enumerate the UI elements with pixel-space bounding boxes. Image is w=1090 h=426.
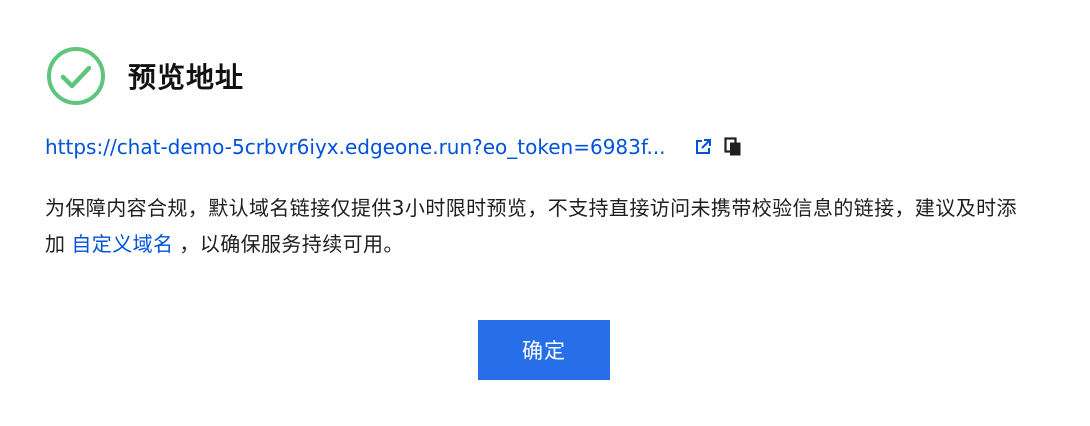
confirm-button[interactable]: 确定 (478, 320, 610, 380)
external-link-icon[interactable] (692, 136, 714, 158)
dialog-title: 预览地址 (128, 61, 245, 94)
preview-url-dialog: 预览地址 https://chat-demo-5crbvr6iyx.edgeon… (0, 0, 1090, 426)
copy-icon[interactable] (722, 136, 744, 158)
notice-text-end: ，以确保服务持续可用。 (179, 232, 404, 256)
custom-domain-link[interactable]: 自定义域名 (65, 232, 179, 256)
dialog-header: 预览地址 (46, 46, 244, 106)
preview-url-link[interactable]: https://chat-demo-5crbvr6iyx.edgeone.run… (45, 135, 666, 159)
compliance-notice: 为保障内容合规，默认域名链接仅提供3小时限时预览，不支持直接访问未携带校验信息的… (45, 190, 1035, 262)
check-circle-icon (47, 47, 105, 105)
preview-link-row: https://chat-demo-5crbvr6iyx.edgeone.run… (45, 132, 744, 162)
